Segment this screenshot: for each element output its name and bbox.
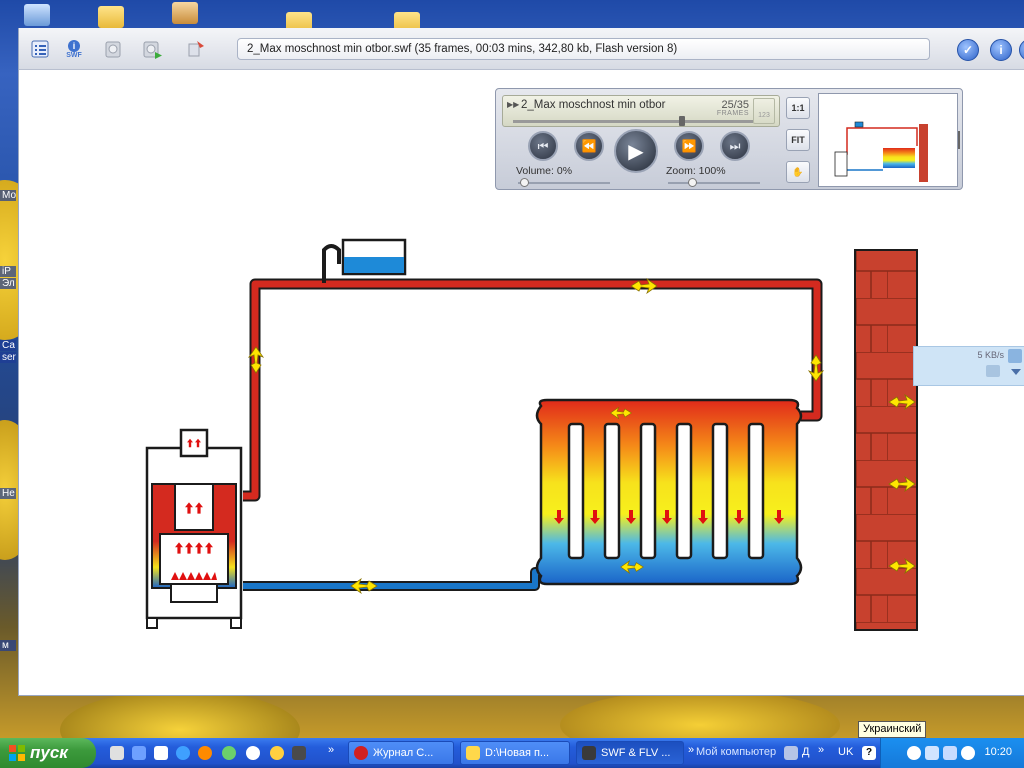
task-label: SWF & FLV ... <box>601 747 671 759</box>
download-speed: 5 KB/s <box>977 350 1004 360</box>
tray-app-icon[interactable] <box>943 746 957 760</box>
tray-app-icon[interactable] <box>961 746 975 760</box>
quicklaunch-app-icon[interactable] <box>154 746 168 760</box>
opera-icon <box>354 746 368 760</box>
windows-flag-icon <box>9 745 25 761</box>
desktop-icon-label[interactable]: Мо <box>0 190 16 201</box>
hand-tool-icon[interactable]: ✋ <box>786 161 810 183</box>
taskbar-more-icon[interactable]: » <box>688 744 694 756</box>
ie-icon[interactable] <box>176 746 190 760</box>
toolbar-more-icon[interactable]: » <box>818 744 824 756</box>
start-label: пуск <box>30 743 68 762</box>
preview-image <box>834 121 928 182</box>
speaker-icon[interactable] <box>986 365 1000 377</box>
language-indicator[interactable]: UK <box>838 746 853 758</box>
task-button-swf-flv[interactable]: SWF & FLV ... <box>576 741 684 765</box>
volume-slider-thumb[interactable] <box>520 178 529 187</box>
start-button[interactable]: пуск <box>0 738 96 768</box>
download-speed-widget[interactable]: 5 KB/s <box>913 346 1024 386</box>
tray-chevron-icon[interactable] <box>907 746 921 760</box>
loop-icon[interactable]: 123 <box>753 98 775 124</box>
my-computer-toolbar[interactable]: Мой компьютер <box>696 746 776 758</box>
preview-thumbnail[interactable] <box>818 93 958 187</box>
seek-thumb[interactable] <box>679 116 686 126</box>
zoom-fit-button[interactable]: FIT <box>786 129 810 151</box>
zoom-slider[interactable] <box>668 182 760 184</box>
desktop-icon-label[interactable]: Эл <box>0 278 16 289</box>
last-frame-button[interactable]: ⏭ <box>720 131 750 161</box>
dropdown-arrow-icon[interactable] <box>1011 369 1021 375</box>
volume-slider[interactable] <box>518 182 610 184</box>
frames-label: FRAMES <box>716 110 749 117</box>
cold-return-pipe-fill <box>243 569 547 589</box>
taskbar-truncated-icon[interactable]: Д <box>802 746 809 758</box>
quicklaunch-app-icon[interactable] <box>110 746 124 760</box>
app-icon[interactable] <box>784 746 798 760</box>
task-label: D:\Новая п... <box>485 747 550 759</box>
expansion-tank-pipe <box>322 244 341 283</box>
app-icon[interactable] <box>172 2 198 24</box>
desktop-icon-label[interactable]: Не <box>0 488 16 499</box>
lcd-play-indicator-icon: ▶▶ <box>507 100 520 109</box>
play-button[interactable]: ▶ <box>614 129 658 173</box>
desktop-icon-label[interactable]: iP <box>0 266 16 277</box>
seek-track[interactable] <box>513 120 753 123</box>
help-icon[interactable]: ? <box>862 746 876 760</box>
swf-viewer-window: i SWF 2_Max moschnost min otbor.swf (35 … <box>18 28 1024 696</box>
clock: 10:20 <box>984 746 1012 758</box>
language-tooltip: Украинский <box>858 721 927 738</box>
volume-label: Volume: 0% <box>516 165 573 177</box>
expansion-tank-water <box>344 257 404 273</box>
network-icon[interactable] <box>925 746 939 760</box>
fast-forward-button[interactable]: ⏩ <box>674 131 704 161</box>
zoom-slider-thumb[interactable] <box>688 178 698 187</box>
flower-decoration <box>60 690 300 738</box>
quicklaunch-app-icon[interactable] <box>246 746 260 760</box>
recycle-bin-icon[interactable] <box>24 4 50 26</box>
firefox-icon[interactable] <box>198 746 212 760</box>
system-tray: 10:20 <box>880 738 1024 768</box>
rewind-button[interactable]: ⏪ <box>574 131 604 161</box>
quicklaunch-app-icon[interactable] <box>222 746 236 760</box>
flower-decoration <box>560 690 840 738</box>
folder-icon[interactable] <box>98 6 124 28</box>
brick-wall <box>854 249 918 631</box>
zoom-label: Zoom: 100% <box>666 165 726 177</box>
swf-icon <box>582 746 596 760</box>
taskbar: пуск » Журнал С... D:\Новая п... SWF & F… <box>0 738 1024 768</box>
swf-quicklaunch-icon[interactable] <box>292 746 306 760</box>
task-button-folder[interactable]: D:\Новая п... <box>460 741 570 765</box>
desktop-icon-label[interactable]: Са <box>0 340 16 351</box>
player-lcd: ▶▶ 2_Max moschnost min otbor 25/35 FRAME… <box>502 95 780 127</box>
download-arrow-icon[interactable] <box>1008 349 1022 363</box>
task-button-journal[interactable]: Журнал С... <box>348 741 454 765</box>
panel-resize-grip[interactable] <box>958 131 960 149</box>
quicklaunch-app-icon[interactable] <box>132 746 146 760</box>
quicklaunch-app-icon[interactable] <box>270 746 284 760</box>
quicklaunch-more-icon[interactable]: » <box>328 744 334 756</box>
player-control-panel: ▶▶ 2_Max moschnost min otbor 25/35 FRAME… <box>495 88 963 190</box>
zoom-1to1-button[interactable]: 1:1 <box>786 97 810 119</box>
lcd-movie-title: 2_Max moschnost min otbor <box>521 99 666 111</box>
folder-icon <box>466 746 480 760</box>
desktop-icon-label[interactable]: м <box>0 640 16 651</box>
task-label: Журнал С... <box>373 747 434 759</box>
boiler <box>145 428 243 629</box>
first-frame-button[interactable]: ⏮ <box>528 131 558 161</box>
desktop-icon-label[interactable]: ser <box>0 352 16 363</box>
